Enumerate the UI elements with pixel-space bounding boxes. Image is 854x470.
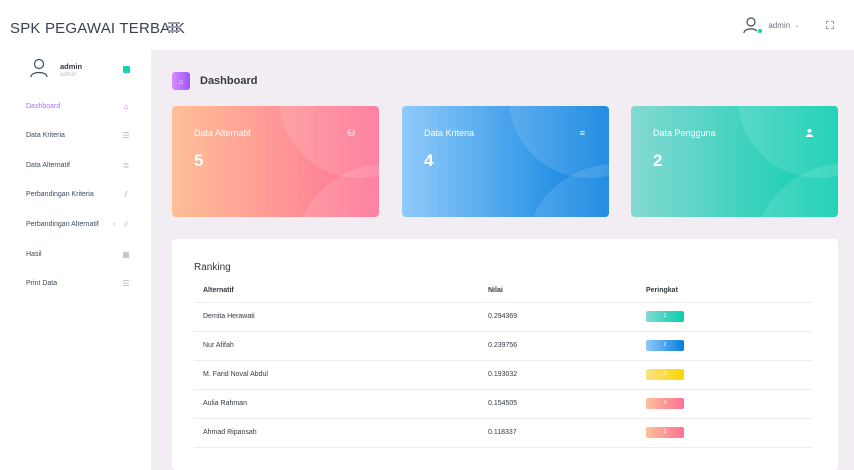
sidebar-item-label: Print Data	[26, 280, 58, 287]
list-icon: ≡	[579, 128, 585, 138]
user-avatar-icon	[742, 16, 764, 34]
table-row: Nur Afifah 0.239756 2	[194, 331, 813, 361]
sidebar-item-print-data[interactable]: Print Data ☰	[0, 275, 151, 295]
nav-profile[interactable]: admin ⌄	[742, 16, 834, 34]
table-row: Demita Herawati 0.294369 1	[194, 302, 813, 332]
sidebar-item-label: Perbandingan Alternatif	[26, 221, 99, 228]
page-title: Dashboard	[200, 75, 258, 87]
compare-icon: ⫽	[124, 190, 128, 199]
sidebar-item-label: Data Kriteria	[26, 132, 65, 139]
card-title: Data Alternatif	[194, 128, 251, 138]
sidebar-item-hasil[interactable]: Hasil ▦	[0, 246, 151, 266]
page-header: ⌂ Dashboard	[172, 72, 257, 90]
alternatif-cell: Demita Herawati	[194, 302, 481, 332]
sidebar-profile[interactable]: admin admin	[0, 50, 151, 90]
sidebar-item-dashboard[interactable]: Dashboard ⌂	[0, 98, 151, 118]
peringkat-cell: 3	[644, 360, 813, 390]
nilai-cell: 0.239756	[481, 331, 644, 361]
database-icon: ≣	[122, 161, 130, 170]
peringkat-cell: 1	[644, 302, 813, 332]
stat-card-data-pengguna[interactable]: Data Pengguna 2	[631, 106, 838, 217]
ranking-title: Ranking	[194, 262, 231, 273]
card-title: Data Pengguna	[653, 128, 716, 138]
ranking-table: Alternatif Nilai Peringkat Demita Herawa…	[194, 279, 813, 448]
rank-badge: 2	[646, 340, 684, 351]
peringkat-cell: 5	[644, 418, 813, 448]
list-icon: ☰	[122, 131, 130, 140]
card-title: Data Kriteria	[424, 128, 475, 138]
list-icon: ☰	[122, 279, 130, 288]
sidebar-item-label: Perbandingan Kriteria	[26, 191, 94, 198]
rank-badge: 3	[646, 369, 684, 380]
sidebar-item-data-kriteria[interactable]: Data Kriteria ☰	[0, 127, 151, 147]
column-header: Alternatif	[194, 279, 481, 303]
profile-role: admin	[60, 72, 77, 78]
card-value: 5	[194, 151, 204, 170]
alternatif-cell: M. Farid Noval Abdul	[194, 360, 481, 390]
stat-card-data-kriteria[interactable]: Data Kriteria ≡ 4	[402, 106, 609, 217]
rank-badge: 1	[646, 311, 684, 322]
alternatif-cell: Ahmad Ripansah	[194, 418, 481, 448]
nilai-cell: 0.193032	[481, 360, 644, 390]
ranking-card: Ranking Alternatif Nilai Peringkat Demit…	[172, 239, 838, 470]
table-header-row: Alternatif Nilai Peringkat	[194, 279, 813, 303]
profile-avatar-icon	[30, 58, 48, 78]
peringkat-cell: 4	[644, 389, 813, 419]
nilai-cell: 0.118337	[481, 418, 644, 448]
card-value: 4	[424, 151, 434, 170]
fullscreen-icon[interactable]	[826, 21, 834, 29]
column-header: Nilai	[481, 279, 644, 303]
sidebar-item-label: Hasil	[26, 251, 42, 258]
table-row: Aulia Rahman 0.154505 4	[194, 389, 813, 419]
card-value: 2	[653, 151, 663, 170]
table-row: Ahmad Ripansah 0.118337 5	[194, 418, 813, 448]
compare-icon: ⫽	[124, 220, 128, 229]
home-icon: ⌂	[172, 72, 190, 90]
alternatif-cell: Nur Afifah	[194, 331, 481, 361]
peringkat-cell: 2	[644, 331, 813, 361]
table-row: M. Farid Noval Abdul 0.193032 3	[194, 360, 813, 390]
home-icon: ⌂	[123, 102, 129, 111]
sidebar: admin admin Dashboard ⌂ Data Kriteria ☰ …	[0, 50, 151, 470]
stat-card-data-alternatif[interactable]: Data Alternatif ⛁ 5	[172, 106, 379, 217]
brand-logo[interactable]: SPK PEGAWAI TERBAIK	[10, 20, 185, 37]
alternatif-cell: Aulia Rahman	[194, 389, 481, 419]
grid-icon: ▦	[122, 250, 130, 259]
nav-username: admin	[768, 20, 791, 30]
rank-badge: 4	[646, 398, 684, 409]
online-status-dot	[757, 28, 764, 34]
column-header: Peringkat	[644, 279, 813, 303]
rank-badge: 5	[646, 427, 684, 438]
bookmark-icon	[123, 66, 130, 73]
database-icon: ⛁	[347, 128, 355, 138]
chevron-down-icon: ⌄	[794, 22, 800, 29]
profile-name: admin	[60, 62, 83, 71]
menu-toggle-icon[interactable]	[168, 22, 180, 32]
nilai-cell: 0.294369	[481, 302, 644, 332]
sidebar-item-perbandingan-alternatif[interactable]: Perbandingan Alternatif ‹ ⫽	[0, 216, 151, 236]
nilai-cell: 0.154505	[481, 389, 644, 419]
chevron-left-icon: ‹	[113, 221, 116, 228]
user-icon	[805, 128, 814, 139]
sidebar-item-label: Dashboard	[26, 103, 61, 110]
sidebar-item-label: Data Alternatif	[26, 162, 70, 169]
top-navbar: SPK PEGAWAI TERBAIK admin ⌄	[0, 0, 854, 50]
sidebar-item-data-alternatif[interactable]: Data Alternatif ≣	[0, 157, 151, 177]
sidebar-item-perbandingan-kriteria[interactable]: Perbandingan Kriteria ⫽	[0, 186, 151, 206]
